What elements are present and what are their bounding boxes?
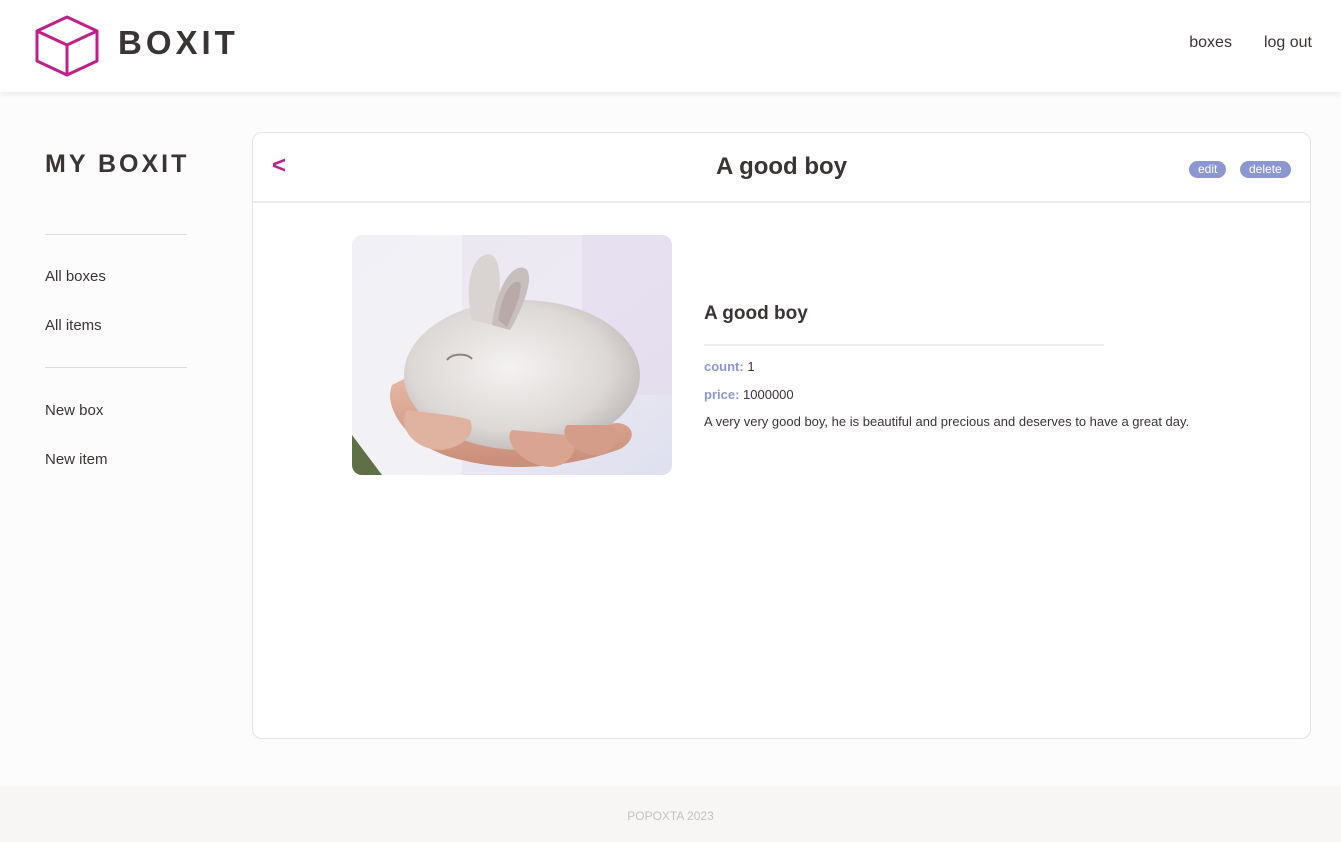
item-details: A good boy count: 1 price: 1000000 A ver… [704,303,1264,429]
sidebar-item-new-item[interactable]: New item [45,451,187,468]
sidebar: MY BOXIT All boxes All items New box New… [45,150,187,468]
sidebar-item-new-box[interactable]: New box [45,402,187,419]
item-photo [352,235,672,475]
footer-text: POPOXTA 2023 [627,809,714,823]
edit-button[interactable]: edit [1189,161,1227,178]
logo-text[interactable]: BOXIT [118,24,239,62]
item-price-row: price: 1000000 [704,387,1264,402]
item-name: A good boy [704,303,808,324]
count-value: 1 [747,359,755,374]
item-description: A very very good boy, he is beautiful an… [704,414,1190,429]
sidebar-title: MY BOXIT [45,150,190,178]
sidebar-item-all-items[interactable]: All items [45,317,187,334]
sidebar-divider [45,234,187,235]
bunny-photo-image [352,235,672,475]
page-title: A good boy [715,153,848,180]
sidebar-divider [45,367,187,368]
item-count-row: count: 1 [704,359,1264,374]
footer: POPOXTA 2023 [0,786,1341,842]
item-detail-panel: < A good boy edit delete A good boy coun… [252,132,1311,739]
price-label: price: [704,387,740,402]
box-logo-icon[interactable] [34,14,100,78]
top-nav: boxes log out [1189,34,1312,52]
panel-header: < A good boy edit delete [253,133,1310,203]
top-header: BOXIT boxes log out [0,0,1341,92]
sidebar-item-all-boxes[interactable]: All boxes [45,268,187,285]
details-divider [704,344,1104,346]
nav-boxes-link[interactable]: boxes [1189,34,1232,52]
price-value: 1000000 [743,387,794,402]
delete-button[interactable]: delete [1240,161,1291,178]
nav-logout-link[interactable]: log out [1264,34,1312,52]
count-label: count: [704,359,744,374]
